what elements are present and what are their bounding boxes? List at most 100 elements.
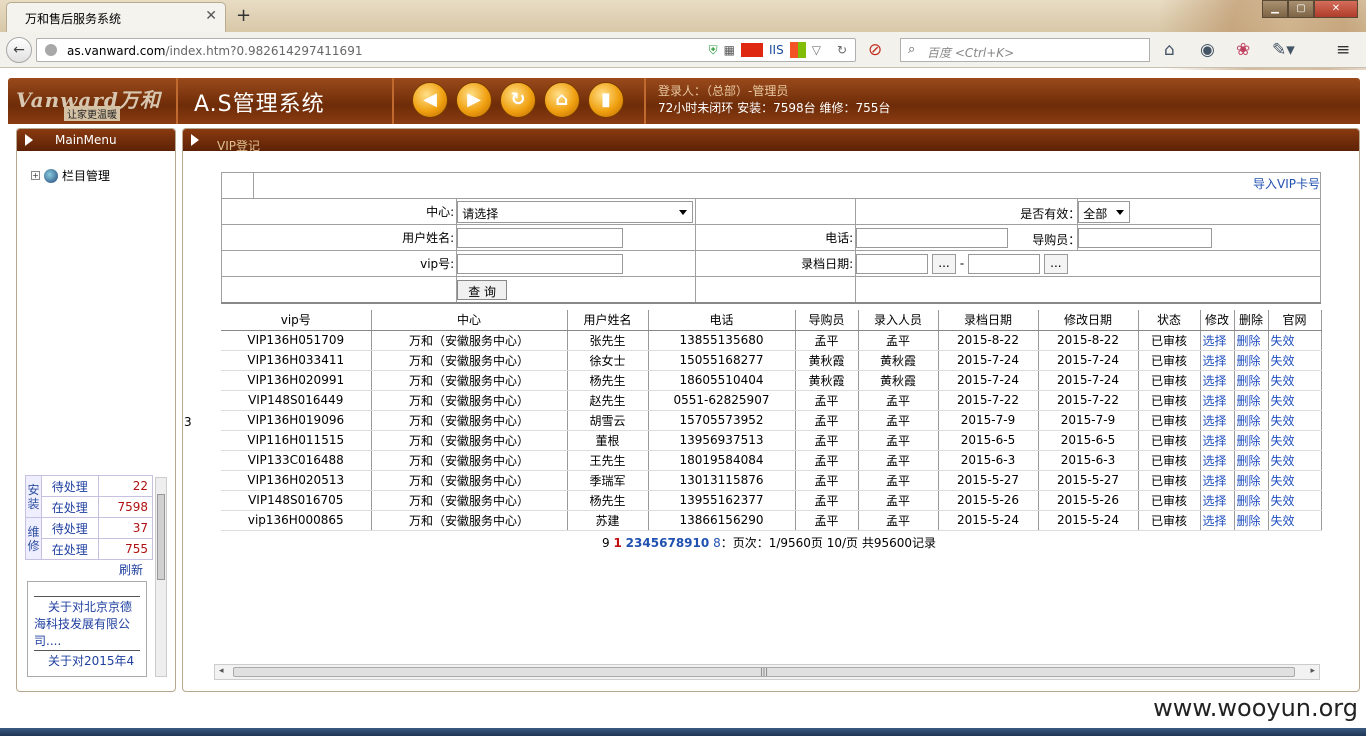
back-icon[interactable]: ← — [6, 37, 32, 63]
address-bar[interactable]: as.vanward.com/index.htm?0.9826142974116… — [36, 38, 856, 62]
scroll-thumb[interactable]: ||| — [233, 667, 1295, 677]
iis-icon[interactable]: IIS — [769, 43, 784, 57]
menu-icon[interactable]: ≡ — [1336, 40, 1350, 60]
stats-label[interactable]: 在处理 — [41, 538, 99, 560]
select-link[interactable]: 选择 — [1200, 490, 1235, 511]
invalid-link[interactable]: 失效 — [1268, 510, 1322, 531]
browser-tab[interactable]: 万和售后服务系统 ✕ — [6, 2, 226, 32]
select-link[interactable]: 选择 — [1200, 470, 1235, 491]
search-box[interactable]: ⌕ 百度 <Ctrl+K> — [900, 38, 1150, 62]
select-link[interactable]: 选择 — [1200, 330, 1235, 351]
globe-icon[interactable]: ◉ — [1200, 40, 1215, 60]
back-button-icon[interactable]: ◀ — [412, 82, 448, 118]
pager-last[interactable]: 8 — [713, 536, 721, 550]
window-close-icon[interactable]: ✕ — [1314, 0, 1358, 18]
reload-icon[interactable]: ↻ — [837, 43, 847, 57]
forward-button-icon[interactable]: ▶ — [456, 82, 492, 118]
invalid-link[interactable]: 失效 — [1268, 390, 1322, 411]
qrcode-icon[interactable]: ▦ — [724, 43, 735, 57]
horizontal-scrollbar[interactable]: ◂ ||| ▸ — [214, 664, 1320, 680]
refresh-button-icon[interactable]: ↻ — [500, 82, 536, 118]
center-select[interactable]: 请选择 — [457, 200, 694, 223]
center-cell: 万和（安徽服务中心） — [371, 450, 568, 471]
tools-icon[interactable]: ✎▾ — [1272, 40, 1295, 60]
delete-link[interactable]: 删除 — [1234, 470, 1269, 491]
guide-input[interactable] — [1078, 227, 1213, 248]
news-item[interactable]: 关于对2015年4 — [34, 650, 140, 670]
maximize-icon[interactable]: ▢ — [1288, 0, 1314, 18]
name-input[interactable] — [457, 227, 624, 248]
expand-icon[interactable]: + — [31, 171, 40, 180]
select-link[interactable]: 选择 — [1200, 350, 1235, 371]
phone-cell: 18605510404 — [648, 370, 796, 391]
query-button[interactable]: 查 询 — [457, 279, 508, 300]
minimize-icon[interactable]: ▁ — [1262, 0, 1288, 18]
invalid-link[interactable]: 失效 — [1268, 470, 1322, 491]
windows-icon[interactable] — [789, 42, 806, 58]
delete-link[interactable]: 删除 — [1234, 510, 1269, 531]
select-link[interactable]: 选择 — [1200, 450, 1235, 471]
select-link[interactable]: 选择 — [1200, 390, 1235, 411]
pager-link[interactable]: 9 — [684, 536, 692, 550]
column-header: 录入人员 — [858, 310, 939, 331]
pager-link[interactable]: 5 — [651, 536, 659, 550]
china-flag-icon[interactable] — [741, 43, 763, 57]
pager-link[interactable]: 10 — [693, 536, 710, 550]
valid-select[interactable]: 全部 — [1078, 200, 1131, 223]
tab-close-icon[interactable]: ✕ — [205, 8, 217, 24]
tree-item-column-management[interactable]: + 栏目管理 — [31, 167, 110, 184]
invalid-link[interactable]: 失效 — [1268, 330, 1322, 351]
exit-button-icon[interactable]: ▮ — [588, 82, 624, 118]
scroll-right-icon[interactable]: ▸ — [1310, 666, 1315, 676]
delete-link[interactable]: 删除 — [1234, 390, 1269, 411]
select-link[interactable]: 选择 — [1200, 510, 1235, 531]
tree-item-label[interactable]: 栏目管理 — [62, 167, 110, 184]
refresh-link[interactable]: 刷新 — [119, 561, 143, 578]
delete-link[interactable]: 删除 — [1234, 370, 1269, 391]
invalid-link[interactable]: 失效 — [1268, 430, 1322, 451]
invalid-link[interactable]: 失效 — [1268, 370, 1322, 391]
pager-link[interactable]: 7 — [667, 536, 675, 550]
addon-icon[interactable]: ❀ — [1236, 40, 1250, 60]
sidebar-scrollbar[interactable] — [155, 477, 167, 677]
scroll-left-icon[interactable]: ◂ — [219, 666, 224, 676]
stats-label[interactable]: 在处理 — [41, 496, 99, 518]
select-link[interactable]: 选择 — [1200, 430, 1235, 451]
shield-icon[interactable]: ⛨ — [709, 43, 718, 58]
date-to-input[interactable] — [968, 253, 1041, 274]
dropdown-icon[interactable]: ▽ — [812, 43, 821, 57]
invalid-link[interactable]: 失效 — [1268, 410, 1322, 431]
main-panel-header: VIP登记 — [183, 129, 1359, 153]
scroll-thumb[interactable] — [157, 494, 165, 580]
news-item[interactable]: 关于对北京京德海科技发展有限公司.... — [34, 596, 140, 650]
delete-link[interactable]: 删除 — [1234, 430, 1269, 451]
import-vip-link[interactable]: 导入VIP卡号 — [1253, 175, 1320, 192]
date-to-picker[interactable]: ... — [1043, 253, 1068, 274]
invalid-link[interactable]: 失效 — [1268, 490, 1322, 511]
delete-link[interactable]: 删除 — [1234, 350, 1269, 371]
site-identity-icon[interactable] — [45, 44, 57, 56]
new-tab-icon[interactable]: + — [236, 5, 251, 26]
delete-link[interactable]: 删除 — [1234, 330, 1269, 351]
stats-label[interactable]: 待处理 — [41, 517, 99, 539]
modified-cell: 2015-5-27 — [1038, 470, 1139, 491]
select-link[interactable]: 选择 — [1200, 370, 1235, 391]
delete-link[interactable]: 删除 — [1234, 410, 1269, 431]
block-icon[interactable]: ⊘ — [868, 40, 882, 60]
stats-label[interactable]: 待处理 — [41, 475, 99, 497]
date-from-picker[interactable]: ... — [932, 253, 957, 274]
home-button-icon[interactable]: ⌂ — [544, 82, 580, 118]
url-text[interactable]: as.vanward.com/index.htm?0.9826142974116… — [67, 44, 362, 58]
vip-input[interactable] — [457, 253, 624, 274]
date-from-input[interactable] — [856, 253, 929, 274]
pager-link[interactable]: 2 — [626, 536, 634, 550]
phone-input[interactable] — [856, 227, 1009, 248]
pager-link[interactable]: 8 — [676, 536, 684, 550]
delete-link[interactable]: 删除 — [1234, 490, 1269, 511]
select-link[interactable]: 选择 — [1200, 410, 1235, 431]
delete-link[interactable]: 删除 — [1234, 450, 1269, 471]
pager-link[interactable]: 4 — [642, 536, 650, 550]
invalid-link[interactable]: 失效 — [1268, 450, 1322, 471]
invalid-link[interactable]: 失效 — [1268, 350, 1322, 371]
home-icon[interactable]: ⌂ — [1164, 40, 1175, 60]
